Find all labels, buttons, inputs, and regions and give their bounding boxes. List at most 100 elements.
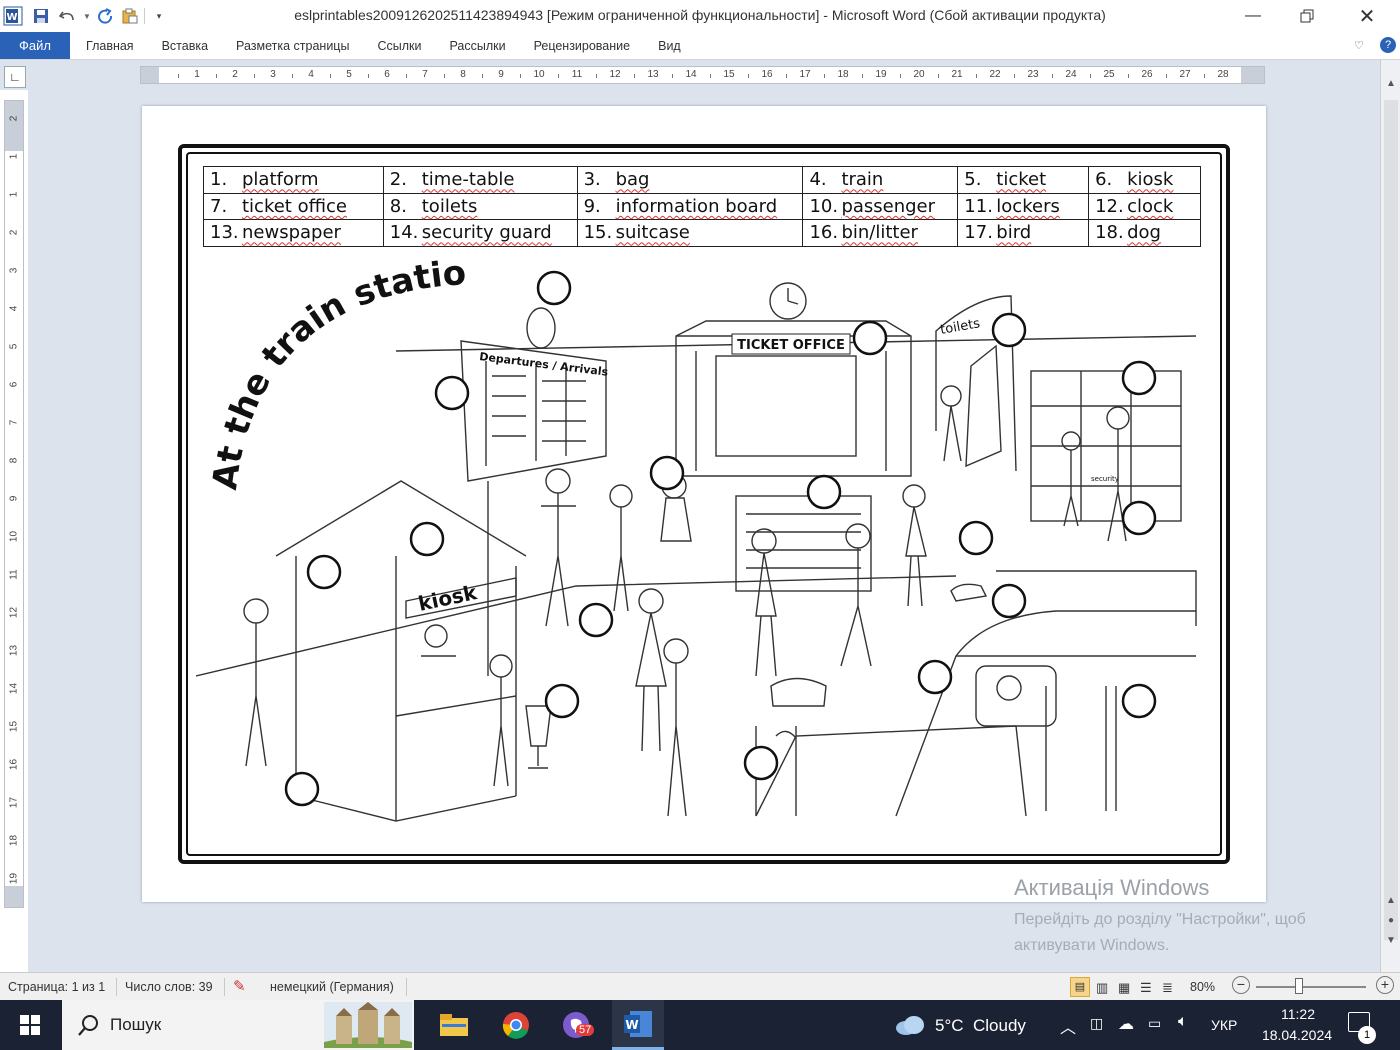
train-station-illustration: At the train station Departures / Arriva… (196, 256, 1197, 822)
ruler-tick (178, 74, 179, 78)
ruler-number: 25 (1103, 69, 1115, 80)
zoom-slider-thumb[interactable] (1294, 978, 1303, 994)
undo-icon[interactable] (56, 5, 78, 27)
language-indicator[interactable]: немецкий (Германия) (270, 980, 394, 994)
scroll-up-icon[interactable]: ▲ (1383, 78, 1399, 89)
file-explorer-icon[interactable] (428, 1000, 480, 1050)
tab-review[interactable]: Рецензирование (520, 32, 645, 59)
page-count[interactable]: Страница: 1 из 1 (8, 980, 105, 994)
save-icon[interactable] (30, 5, 52, 27)
ruler-number: 16 (761, 69, 773, 80)
vocab-number: 3. (583, 169, 601, 191)
input-language[interactable]: УКР (1211, 1017, 1237, 1033)
full-screen-reading-icon[interactable]: ▥ (1096, 980, 1108, 996)
web-layout-icon[interactable]: ▦ (1118, 980, 1130, 996)
clock-date[interactable]: 18.04.2024 (1252, 1027, 1342, 1043)
help-icon[interactable]: ? (1380, 37, 1396, 53)
answer-circle[interactable] (649, 455, 685, 491)
ribbon-tabs: Файл Главная Вставка Разметка страницы С… (0, 32, 1400, 60)
answer-circle[interactable] (536, 270, 572, 306)
answer-circle[interactable] (578, 602, 614, 638)
ruler-tick (976, 74, 977, 78)
word-count[interactable]: Число слов: 39 (125, 980, 213, 994)
answer-circle[interactable] (852, 320, 888, 356)
chrome-icon[interactable] (490, 1000, 542, 1050)
answer-circle[interactable] (284, 771, 320, 807)
zoom-slider[interactable] (1256, 986, 1366, 988)
tab-view[interactable]: Вид (644, 32, 695, 59)
next-page-icon[interactable]: ▼ (1383, 935, 1399, 946)
print-layout-icon[interactable]: ▤ (1070, 977, 1090, 997)
answer-circle[interactable] (991, 583, 1027, 619)
browse-object-icon[interactable]: ● (1383, 915, 1399, 926)
outline-icon[interactable]: ☰ (1140, 980, 1152, 996)
answer-circle[interactable] (544, 683, 580, 719)
horizontal-ruler[interactable]: 1 2 3 4 5 6 7 8 9 10 11 12 13 14 15 16 17 18 19 20 21 22 23 24 2… (140, 66, 1265, 84)
answer-circle[interactable] (434, 375, 470, 411)
weather-temp[interactable]: 5°C (935, 1016, 964, 1036)
quick-print-icon[interactable] (119, 5, 141, 27)
scroll-thumb[interactable] (1384, 100, 1398, 940)
draft-icon[interactable]: ≣ (1162, 980, 1173, 996)
castle-search-highlight-icon (324, 1002, 412, 1048)
vertical-scrollbar[interactable]: ▲ ▲ ● ▼ (1380, 60, 1400, 972)
departures-sign: Departures / Arrivals (479, 350, 610, 379)
restore-button[interactable] (1284, 0, 1330, 32)
answer-circle[interactable] (958, 520, 994, 556)
answer-circle[interactable] (306, 554, 342, 590)
zoom-out-icon[interactable]: − (1232, 976, 1250, 994)
vocab-word: information board (615, 195, 778, 217)
close-button[interactable]: ✕ (1344, 0, 1390, 32)
ruler-number: 5 (346, 69, 352, 80)
start-button[interactable] (4, 1000, 56, 1050)
worksheet-heading: At the train station (196, 256, 467, 492)
ruler-tick (1014, 74, 1015, 78)
zoom-level[interactable]: 80% (1190, 980, 1215, 994)
tab-stop-selector[interactable]: ∟ (4, 66, 26, 88)
ruler-number: 17 (799, 69, 811, 80)
answer-circle[interactable] (1121, 360, 1157, 396)
word-taskbar-icon[interactable]: W (612, 1000, 664, 1050)
proofing-icon[interactable]: ✎ (233, 977, 246, 995)
network-icon[interactable]: ▭ (1148, 1015, 1161, 1032)
tab-references[interactable]: Ссылки (363, 32, 435, 59)
cloud-icon[interactable] (894, 1014, 926, 1036)
ruler-number: 26 (1141, 69, 1153, 80)
minimize-button[interactable]: — (1230, 0, 1276, 32)
answer-circle[interactable] (1121, 683, 1157, 719)
ruler-number: 3 (8, 267, 20, 274)
meet-now-icon[interactable]: ◫ (1090, 1015, 1103, 1032)
redo-icon[interactable] (95, 5, 117, 27)
onedrive-icon[interactable]: ☁ (1118, 1014, 1134, 1034)
vocab-cell: 6. kiosk (1088, 166, 1201, 194)
viber-icon[interactable]: 57 (550, 1000, 602, 1050)
tab-home[interactable]: Главная (70, 32, 148, 59)
vocab-number: 1. (210, 169, 228, 191)
answer-circle[interactable] (409, 521, 445, 557)
activation-watermark-line2: активувати Windows. (1014, 937, 1170, 954)
answer-circle[interactable] (991, 312, 1027, 348)
tab-insert[interactable]: Вставка (148, 32, 222, 59)
tab-page-layout[interactable]: Разметка страницы (222, 32, 363, 59)
vocab-cell: 5. ticket (957, 166, 1090, 194)
zoom-in-icon[interactable]: + (1376, 976, 1394, 994)
taskbar-search-box[interactable]: Пошук (62, 1000, 414, 1050)
answer-circle[interactable] (743, 745, 779, 781)
word-app-icon[interactable]: W (2, 5, 24, 27)
tab-mailings[interactable]: Рассылки (435, 32, 519, 59)
ticket-office-sign: TICKET OFFICE (737, 338, 845, 353)
ruler-tick (368, 74, 369, 78)
vocab-number: 8. (389, 195, 407, 217)
volume-icon[interactable]: 🔈︎ (1178, 1013, 1188, 1031)
answer-circle[interactable] (917, 659, 953, 695)
ribbon-collapse-icon[interactable]: ♡ (1354, 39, 1364, 52)
vertical-ruler[interactable]: 2 1 1 2 3 4 5 6 7 8 9 10 11 12 13 14 15 16 17 18 19 (4, 100, 24, 908)
customize-qat-icon[interactable]: ▾ (148, 5, 170, 27)
answer-circle[interactable] (806, 474, 842, 510)
tab-file[interactable]: Файл (0, 32, 70, 59)
tray-chevron-icon[interactable]: ︿ (1060, 1014, 1076, 1038)
answer-circle[interactable] (1121, 500, 1157, 536)
clock-time[interactable]: 11:22 (1258, 1006, 1338, 1022)
weather-text[interactable]: Cloudy (973, 1016, 1026, 1036)
prev-page-icon[interactable]: ▲ (1383, 895, 1399, 906)
